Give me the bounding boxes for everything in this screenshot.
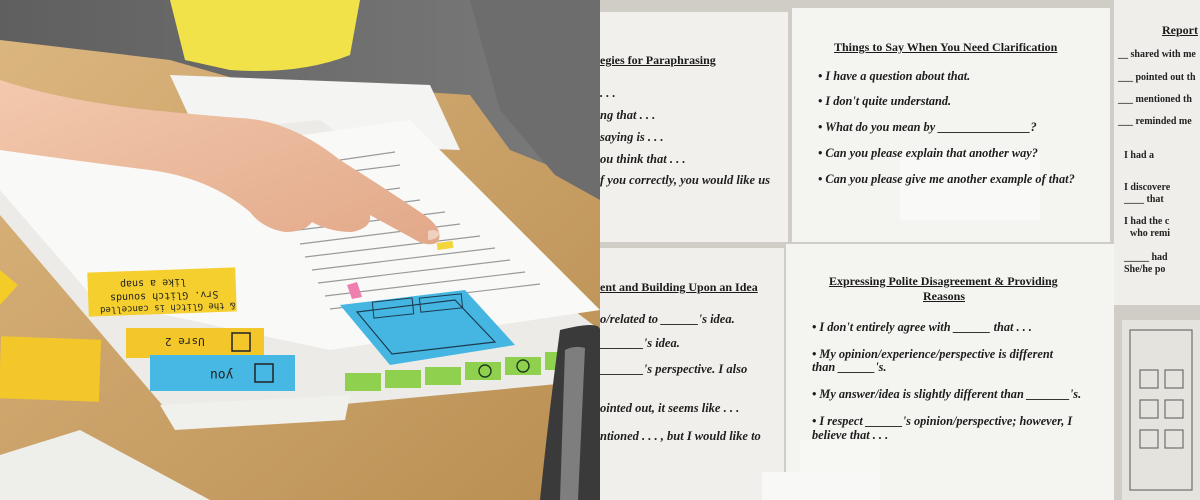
option-label-2: you [210,367,234,382]
clarify-bullet-3: • What do you mean by _______________? [818,120,1037,134]
report-line-6: I discovere [1124,182,1171,193]
sheet-top-center-title: Things to Say When You Need Clarificatio… [834,40,1058,54]
disagree-bullet-1: • I don't entirely agree with ______ tha… [812,320,1032,334]
clarify-bullet-2: • I don't quite understand. [818,94,952,108]
disagree-bullet-6: believe that . . . [812,428,889,442]
report-line-2: ___ pointed out th [1118,72,1196,83]
sheet-bottom-left-line-4: ointed out, it seems like . . . [600,401,740,415]
report-line-8: I had the c [1124,216,1170,227]
sheet-top-left-line-1: . . . [600,86,616,100]
report-line-7: ____ that [1124,194,1164,205]
paper-prototype-photo: Srv. Glitch sounds like a snap & the Gli… [0,0,600,500]
sheet-bottom-left-title: ent and Building Upon an Idea [600,280,758,294]
report-line-1: __ shared with me [1118,49,1196,60]
sheet-top-left-line-2: ng that . . . [600,108,656,122]
sheet-bottom-left-line-1: o/related to ______'s idea. [600,312,735,326]
clarify-bullet-5: • Can you please give me another example… [818,172,1075,186]
classroom-posters-photo: egies for Paraphrasing . . . ng that . .… [600,0,1200,500]
disagree-bullet-3: than ______'s. [812,360,887,374]
sheet-top-left-line-3: saying is . . . [600,130,664,144]
clarify-bullet-4: • Can you please explain that another wa… [818,146,1038,160]
disagree-bullet-4: • My answer/idea is slightly different t… [812,387,1082,401]
sheet-top-left-line-5: f you correctly, you would like us [600,173,771,187]
clarify-bullet-1: • I have a question about that. [818,69,971,83]
small-card-bottom [762,472,878,500]
report-line-3: ___ mentioned th [1118,94,1192,105]
sheet-bottom-center-title-2: Reasons [923,289,966,303]
yellow-sticky-note-left [0,336,102,402]
report-line-10: _____ had [1124,252,1168,263]
option-label-1: Usre 2 [165,335,205,348]
photo-collage: Srv. Glitch sounds like a snap & the Gli… [0,0,1200,500]
yellow-shirt [170,0,360,71]
report-line-11: She/he po [1124,264,1166,275]
sheet-top-left [600,12,788,242]
sheet-top-left-title: egies for Paraphrasing [600,53,716,67]
sheet-top-left-line-4: ou think that . . . [600,152,686,166]
sheet-bottom-left-line-3: _______'s perspective. I also [600,362,748,376]
note-line-2: like a snap [119,275,187,290]
sheet-bottom-right-drawing [1122,320,1200,500]
disagree-bullet-5: • I respect ______'s opinion/perspective… [812,414,1073,428]
desk-scene [0,0,600,500]
sheet-top-right-title: Report [1162,23,1198,37]
report-line-4: ___ reminded me [1118,116,1192,127]
sheet-bottom-left-line-5: ntioned . . . , but I would like to [600,429,761,443]
report-line-9: who remi [1130,228,1171,239]
sheet-bottom-left-line-2: _______'s idea. [600,336,680,350]
sheet-bottom-center-title-1: Expressing Polite Disagreement & Providi… [829,274,1058,288]
report-line-5: I had a [1124,150,1155,161]
